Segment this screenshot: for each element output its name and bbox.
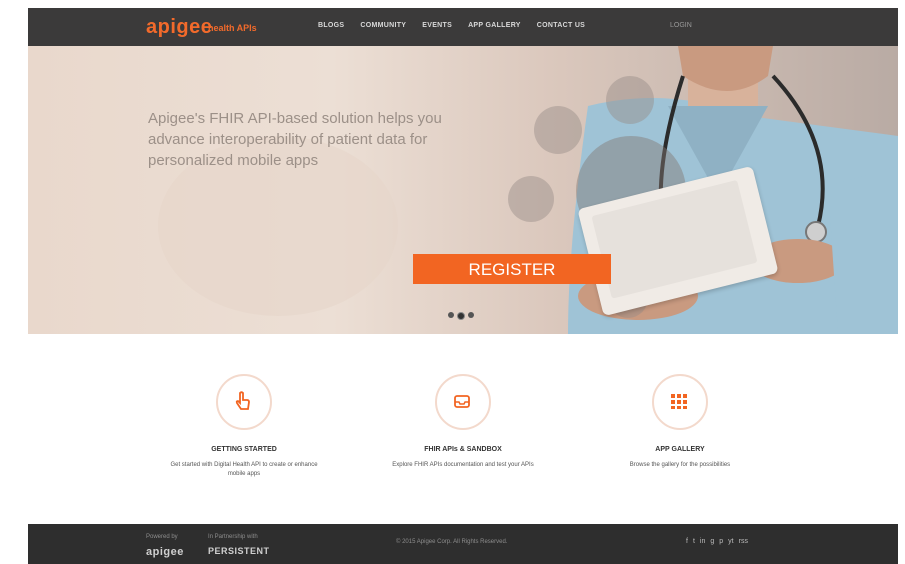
feature-fhir-apis[interactable]: FHIR APIs & SANDBOX Explore FHIR APIs do… (363, 374, 563, 470)
nav-app-gallery[interactable]: APP GALLERY (468, 22, 521, 29)
nav-contact-us[interactable]: CONTACT US (537, 22, 585, 29)
top-navbar: apigee health APIs BLOGS COMMUNITY EVENT… (28, 8, 898, 46)
partnership-label: In Partnership with (208, 534, 258, 540)
twitter-icon[interactable]: t (693, 538, 695, 545)
google-plus-icon[interactable]: g (710, 538, 714, 545)
nav-events[interactable]: EVENTS (422, 22, 452, 29)
logo-subtitle: health APIs (208, 23, 257, 33)
bubble-icon (534, 106, 582, 154)
feature-app-gallery[interactable]: APP GALLERY Browse the gallery for the p… (580, 374, 780, 470)
login-link[interactable]: LOGIN (670, 22, 692, 29)
rss-icon[interactable]: rss (739, 538, 748, 545)
youtube-icon[interactable]: yt (728, 538, 733, 545)
register-button[interactable]: REGISTER (413, 254, 611, 284)
bubble-icon (508, 176, 554, 222)
doctor-image (28, 46, 898, 334)
feature-title: GETTING STARTED (211, 446, 277, 453)
page-frame: apigee health APIs BLOGS COMMUNITY EVENT… (28, 8, 898, 564)
nav-community[interactable]: COMMUNITY (360, 22, 406, 29)
carousel-dot[interactable] (448, 312, 454, 318)
footer: Powered by apigee In Partnership with PE… (28, 524, 898, 564)
copyright-text: © 2015 Apigee Corp. All Rights Reserved. (396, 539, 508, 545)
carousel-dot-active[interactable] (457, 312, 465, 320)
apigee-logo[interactable]: apigee (146, 16, 212, 39)
facebook-icon[interactable]: f (686, 538, 688, 545)
feature-description: Explore FHIR APIs documentation and test… (392, 462, 534, 468)
powered-by-label: Powered by (146, 534, 178, 540)
feature-description: Get started with Digital Health API to c… (170, 462, 318, 477)
carousel-dots (448, 312, 474, 320)
features-section: GETTING STARTED Get started with Digital… (28, 334, 898, 524)
apigee-footer-logo[interactable]: apigee (146, 546, 184, 558)
hero-banner: Apigee's FHIR API-based solution helps y… (28, 46, 898, 334)
main-nav: BLOGS COMMUNITY EVENTS APP GALLERY CONTA… (318, 22, 585, 29)
persistent-logo[interactable]: PERSISTENT (208, 546, 270, 556)
grid-icon[interactable] (652, 374, 708, 430)
feature-title: FHIR APIs & SANDBOX (424, 446, 502, 453)
inbox-icon[interactable] (435, 374, 491, 430)
feature-description: Browse the gallery for the possibilities (629, 462, 731, 468)
carousel-dot[interactable] (468, 312, 474, 318)
social-links: f t in g p yt rss (686, 538, 748, 545)
hero-headline: Apigee's FHIR API-based solution helps y… (148, 110, 442, 169)
linkedin-icon[interactable]: in (700, 538, 705, 545)
feature-getting-started[interactable]: GETTING STARTED Get started with Digital… (144, 374, 344, 479)
pinterest-icon[interactable]: p (719, 538, 723, 545)
bubble-icon (606, 76, 654, 124)
hand-pointer-icon[interactable] (216, 374, 272, 430)
feature-title: APP GALLERY (655, 446, 705, 453)
nav-blogs[interactable]: BLOGS (318, 22, 344, 29)
